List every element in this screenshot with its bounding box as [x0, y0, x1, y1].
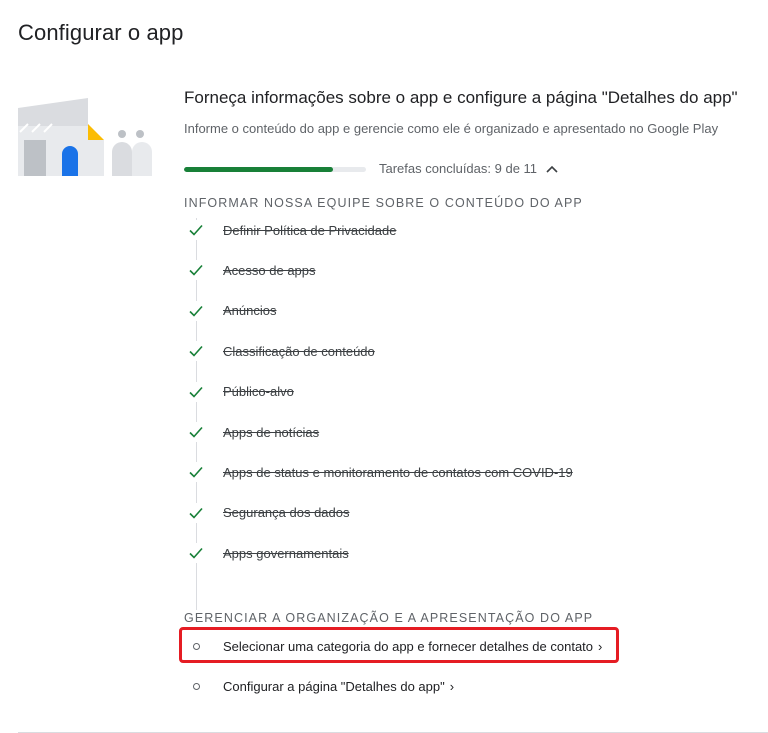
group-heading-presentation: GERENCIAR A ORGANIZAÇÃO E A APRESENTAÇÃO… [184, 611, 594, 625]
circle-icon [184, 636, 208, 656]
pending-task-item[interactable]: Configurar a página "Detalhes do app" › [184, 676, 454, 696]
completed-task-item: Apps de status e monitoramento de contat… [184, 462, 573, 483]
section-title: Forneça informações sobre o app e config… [184, 88, 738, 107]
task-label: Apps governamentais [223, 545, 349, 561]
completed-task-item: Apps de notícias [184, 422, 319, 442]
task-label: Acesso de apps [223, 262, 316, 278]
completed-task-item: Segurança dos dados [184, 502, 350, 523]
checkmark-icon [184, 502, 208, 523]
completed-task-item: Público-alvo [184, 381, 294, 402]
completed-task-item: Classificação de conteúdo [184, 341, 375, 362]
page-title: Configurar o app [18, 20, 184, 45]
task-label: Segurança dos dados [223, 505, 350, 521]
app-setup-illustration [18, 98, 152, 176]
pending-task-item[interactable]: Selecionar uma categoria do app e fornec… [184, 636, 602, 656]
task-label: Apps de status e monitoramento de contat… [223, 464, 573, 480]
checkmark-icon [184, 462, 208, 483]
circle-icon [184, 676, 208, 696]
section-description: Informe o conteúdo do app e gerencie com… [184, 121, 719, 136]
checkmark-icon [184, 543, 208, 564]
chevron-up-icon[interactable] [546, 165, 558, 173]
group-heading-content: INFORMAR NOSSA EQUIPE SOBRE O CONTEÚDO D… [184, 196, 583, 210]
completed-task-item: Apps governamentais [184, 543, 349, 564]
task-label: Apps de notícias [223, 424, 320, 440]
task-label[interactable]: Configurar a página "Detalhes do app" [223, 679, 445, 694]
completed-task-item: Acesso de apps [184, 260, 316, 281]
checkmark-icon [184, 220, 208, 240]
checkmark-icon [184, 341, 208, 362]
chevron-right-icon[interactable]: › [598, 639, 602, 654]
checkmark-icon [184, 300, 208, 321]
task-label: Anúncios [223, 303, 277, 319]
checkmark-icon [184, 422, 208, 442]
completed-task-item: Anúncios [184, 300, 277, 321]
checkmark-icon [184, 381, 208, 402]
completed-task-item: Definir Política de Privacidade [184, 220, 396, 240]
progress-bar [184, 167, 366, 172]
chevron-right-icon[interactable]: › [450, 679, 454, 694]
progress-text: Tarefas concluídas: 9 de 11 [379, 161, 538, 176]
task-label: Definir Política de Privacidade [223, 222, 397, 238]
checkmark-icon [184, 260, 208, 281]
task-label[interactable]: Selecionar uma categoria do app e fornec… [223, 639, 593, 654]
progress-bar-fill [184, 167, 333, 172]
task-label: Público-alvo [223, 384, 294, 400]
task-label: Classificação de conteúdo [223, 343, 375, 359]
